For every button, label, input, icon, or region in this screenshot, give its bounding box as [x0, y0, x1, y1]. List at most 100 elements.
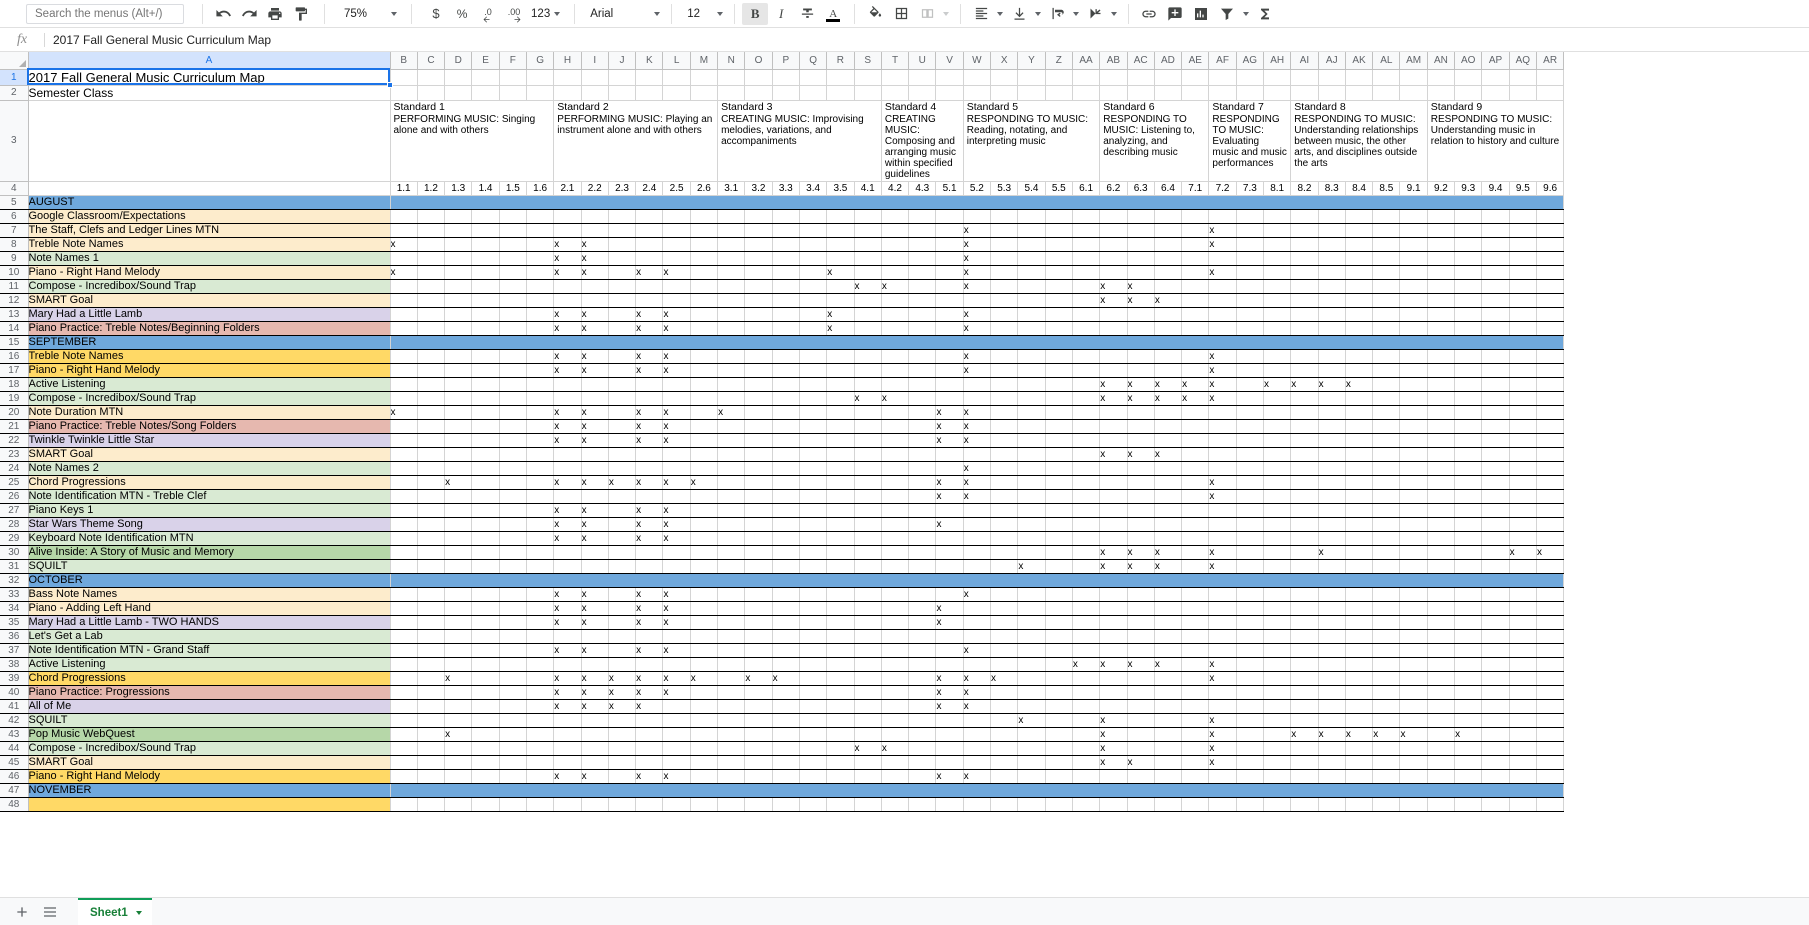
cell-AP27[interactable] [1481, 502, 1510, 518]
cell-AC13[interactable] [1126, 306, 1155, 322]
cell-AE20[interactable] [1181, 404, 1210, 420]
cell-B44[interactable] [389, 740, 418, 756]
cell-AJ18[interactable]: x [1317, 376, 1346, 392]
cell-K9[interactable] [635, 250, 664, 266]
cell-P2[interactable] [771, 84, 800, 101]
cell-W31[interactable] [962, 558, 992, 574]
cell-W17[interactable]: x [962, 362, 992, 378]
cell-X10[interactable] [990, 264, 1019, 280]
cell-N44[interactable] [717, 740, 746, 756]
cell-AP6[interactable] [1481, 208, 1510, 224]
row-header-14[interactable]: 14 [0, 320, 29, 336]
cell-AF29[interactable] [1208, 530, 1237, 546]
cell-AC24[interactable] [1126, 460, 1155, 476]
cell-Q45[interactable] [798, 754, 828, 770]
cell-O41[interactable] [744, 698, 773, 714]
cell-N46[interactable] [717, 768, 746, 784]
cell-U33[interactable] [908, 586, 937, 602]
sheet-row-36[interactable]: 36 Let's Get a Lab [0, 628, 1565, 644]
cell-Z21[interactable] [1044, 418, 1073, 434]
cell-G44[interactable] [525, 740, 555, 756]
cell-G8[interactable] [525, 236, 555, 252]
cell-AO19[interactable] [1454, 390, 1483, 406]
cell-AK42[interactable] [1344, 712, 1374, 728]
cell-V39[interactable]: x [935, 670, 964, 686]
cell-AB8[interactable] [1099, 236, 1128, 252]
cell-AK31[interactable] [1344, 558, 1374, 574]
cell-P18[interactable] [771, 376, 800, 392]
cell-AF27[interactable] [1208, 502, 1237, 518]
cell-AO36[interactable] [1454, 628, 1483, 644]
cell-U48[interactable] [908, 796, 937, 812]
cell-AN31[interactable] [1426, 558, 1456, 574]
cell-F11[interactable] [498, 278, 527, 294]
cell-AJ20[interactable] [1317, 404, 1346, 420]
column-header-B[interactable]: B [389, 52, 418, 70]
cell-AR8[interactable] [1535, 236, 1565, 252]
cell-AG29[interactable] [1235, 530, 1265, 546]
cell-L14[interactable]: x [662, 320, 691, 336]
cell-AQ7[interactable] [1508, 222, 1537, 238]
cell-AF18[interactable]: x [1208, 376, 1237, 392]
cell-AI48[interactable] [1290, 796, 1319, 812]
cell-AH8[interactable] [1262, 236, 1292, 252]
cell-AH6[interactable] [1262, 208, 1292, 224]
cell-Z41[interactable] [1044, 698, 1073, 714]
cell-AQ44[interactable] [1508, 740, 1537, 756]
column-header-AM[interactable]: AM [1399, 52, 1428, 70]
sheet-row-13[interactable]: 13 Mary Had a Little Lamb x x x x x x [0, 306, 1565, 322]
cell-F35[interactable] [498, 614, 527, 630]
cell-Q40[interactable] [798, 684, 828, 700]
cell-S20[interactable] [853, 404, 882, 420]
cell-AR23[interactable] [1535, 446, 1565, 462]
sheet-row-32[interactable]: 32 OCTOBER [0, 572, 1565, 588]
cell-AR4[interactable]: 9.6 [1535, 180, 1565, 196]
cell-J44[interactable] [607, 740, 637, 756]
cell-G7[interactable] [525, 222, 555, 238]
cell-G42[interactable] [525, 712, 555, 728]
cell-AG1[interactable] [1235, 68, 1265, 86]
cell-AN29[interactable] [1426, 530, 1456, 546]
column-header-X[interactable]: X [990, 52, 1019, 70]
sheet-row-31[interactable]: 31 SQUILT x x x x x [0, 558, 1565, 574]
cell-AI4[interactable]: 8.2 [1290, 180, 1319, 196]
cell-AH35[interactable] [1262, 614, 1292, 630]
cell-AH9[interactable] [1262, 250, 1292, 266]
cell-I28[interactable]: x [580, 516, 609, 532]
cell-G1[interactable] [525, 68, 555, 86]
cell-H23[interactable] [553, 446, 582, 462]
cell-I30[interactable] [580, 544, 609, 560]
cell-I43[interactable] [580, 726, 609, 742]
cell-H13[interactable]: x [553, 306, 582, 322]
cell-AD27[interactable] [1153, 502, 1183, 518]
cell-W22[interactable]: x [962, 432, 992, 448]
cell-AH25[interactable] [1262, 474, 1292, 490]
cell-AP16[interactable] [1481, 348, 1510, 364]
cell-AI45[interactable] [1290, 754, 1319, 770]
cell-P9[interactable] [771, 250, 800, 266]
sheet-row-22[interactable]: 22 Twinkle Twinkle Little Star x x x x x x [0, 432, 1565, 448]
cell-P21[interactable] [771, 418, 800, 434]
cell-W28[interactable] [962, 516, 992, 532]
cell-G26[interactable] [525, 488, 555, 504]
cell-AA16[interactable] [1071, 348, 1101, 364]
cell-P45[interactable] [771, 754, 800, 770]
cell-U41[interactable] [908, 698, 937, 714]
cell-Y27[interactable] [1017, 502, 1046, 518]
cell-AO26[interactable] [1454, 488, 1483, 504]
cell-I31[interactable] [580, 558, 609, 574]
column-header-O[interactable]: O [744, 52, 773, 70]
cell-N45[interactable] [717, 754, 746, 770]
cell-B23[interactable] [389, 446, 418, 462]
cell-O4[interactable]: 3.2 [744, 180, 773, 196]
bold-button[interactable]: B [742, 2, 769, 25]
standard-cell-standard-3[interactable]: Standard 3 CREATING MUSIC: Improvising me… [717, 99, 882, 182]
cell-Q24[interactable] [798, 460, 828, 476]
cell-N20[interactable]: x [717, 404, 746, 420]
cell-M43[interactable] [689, 726, 719, 742]
cell-A43[interactable]: Pop Music WebQuest [27, 726, 391, 742]
cell-AA35[interactable] [1071, 614, 1101, 630]
cell-W44[interactable] [962, 740, 992, 756]
cell-AB43[interactable]: x [1099, 726, 1128, 742]
cell-AH16[interactable] [1262, 348, 1292, 364]
